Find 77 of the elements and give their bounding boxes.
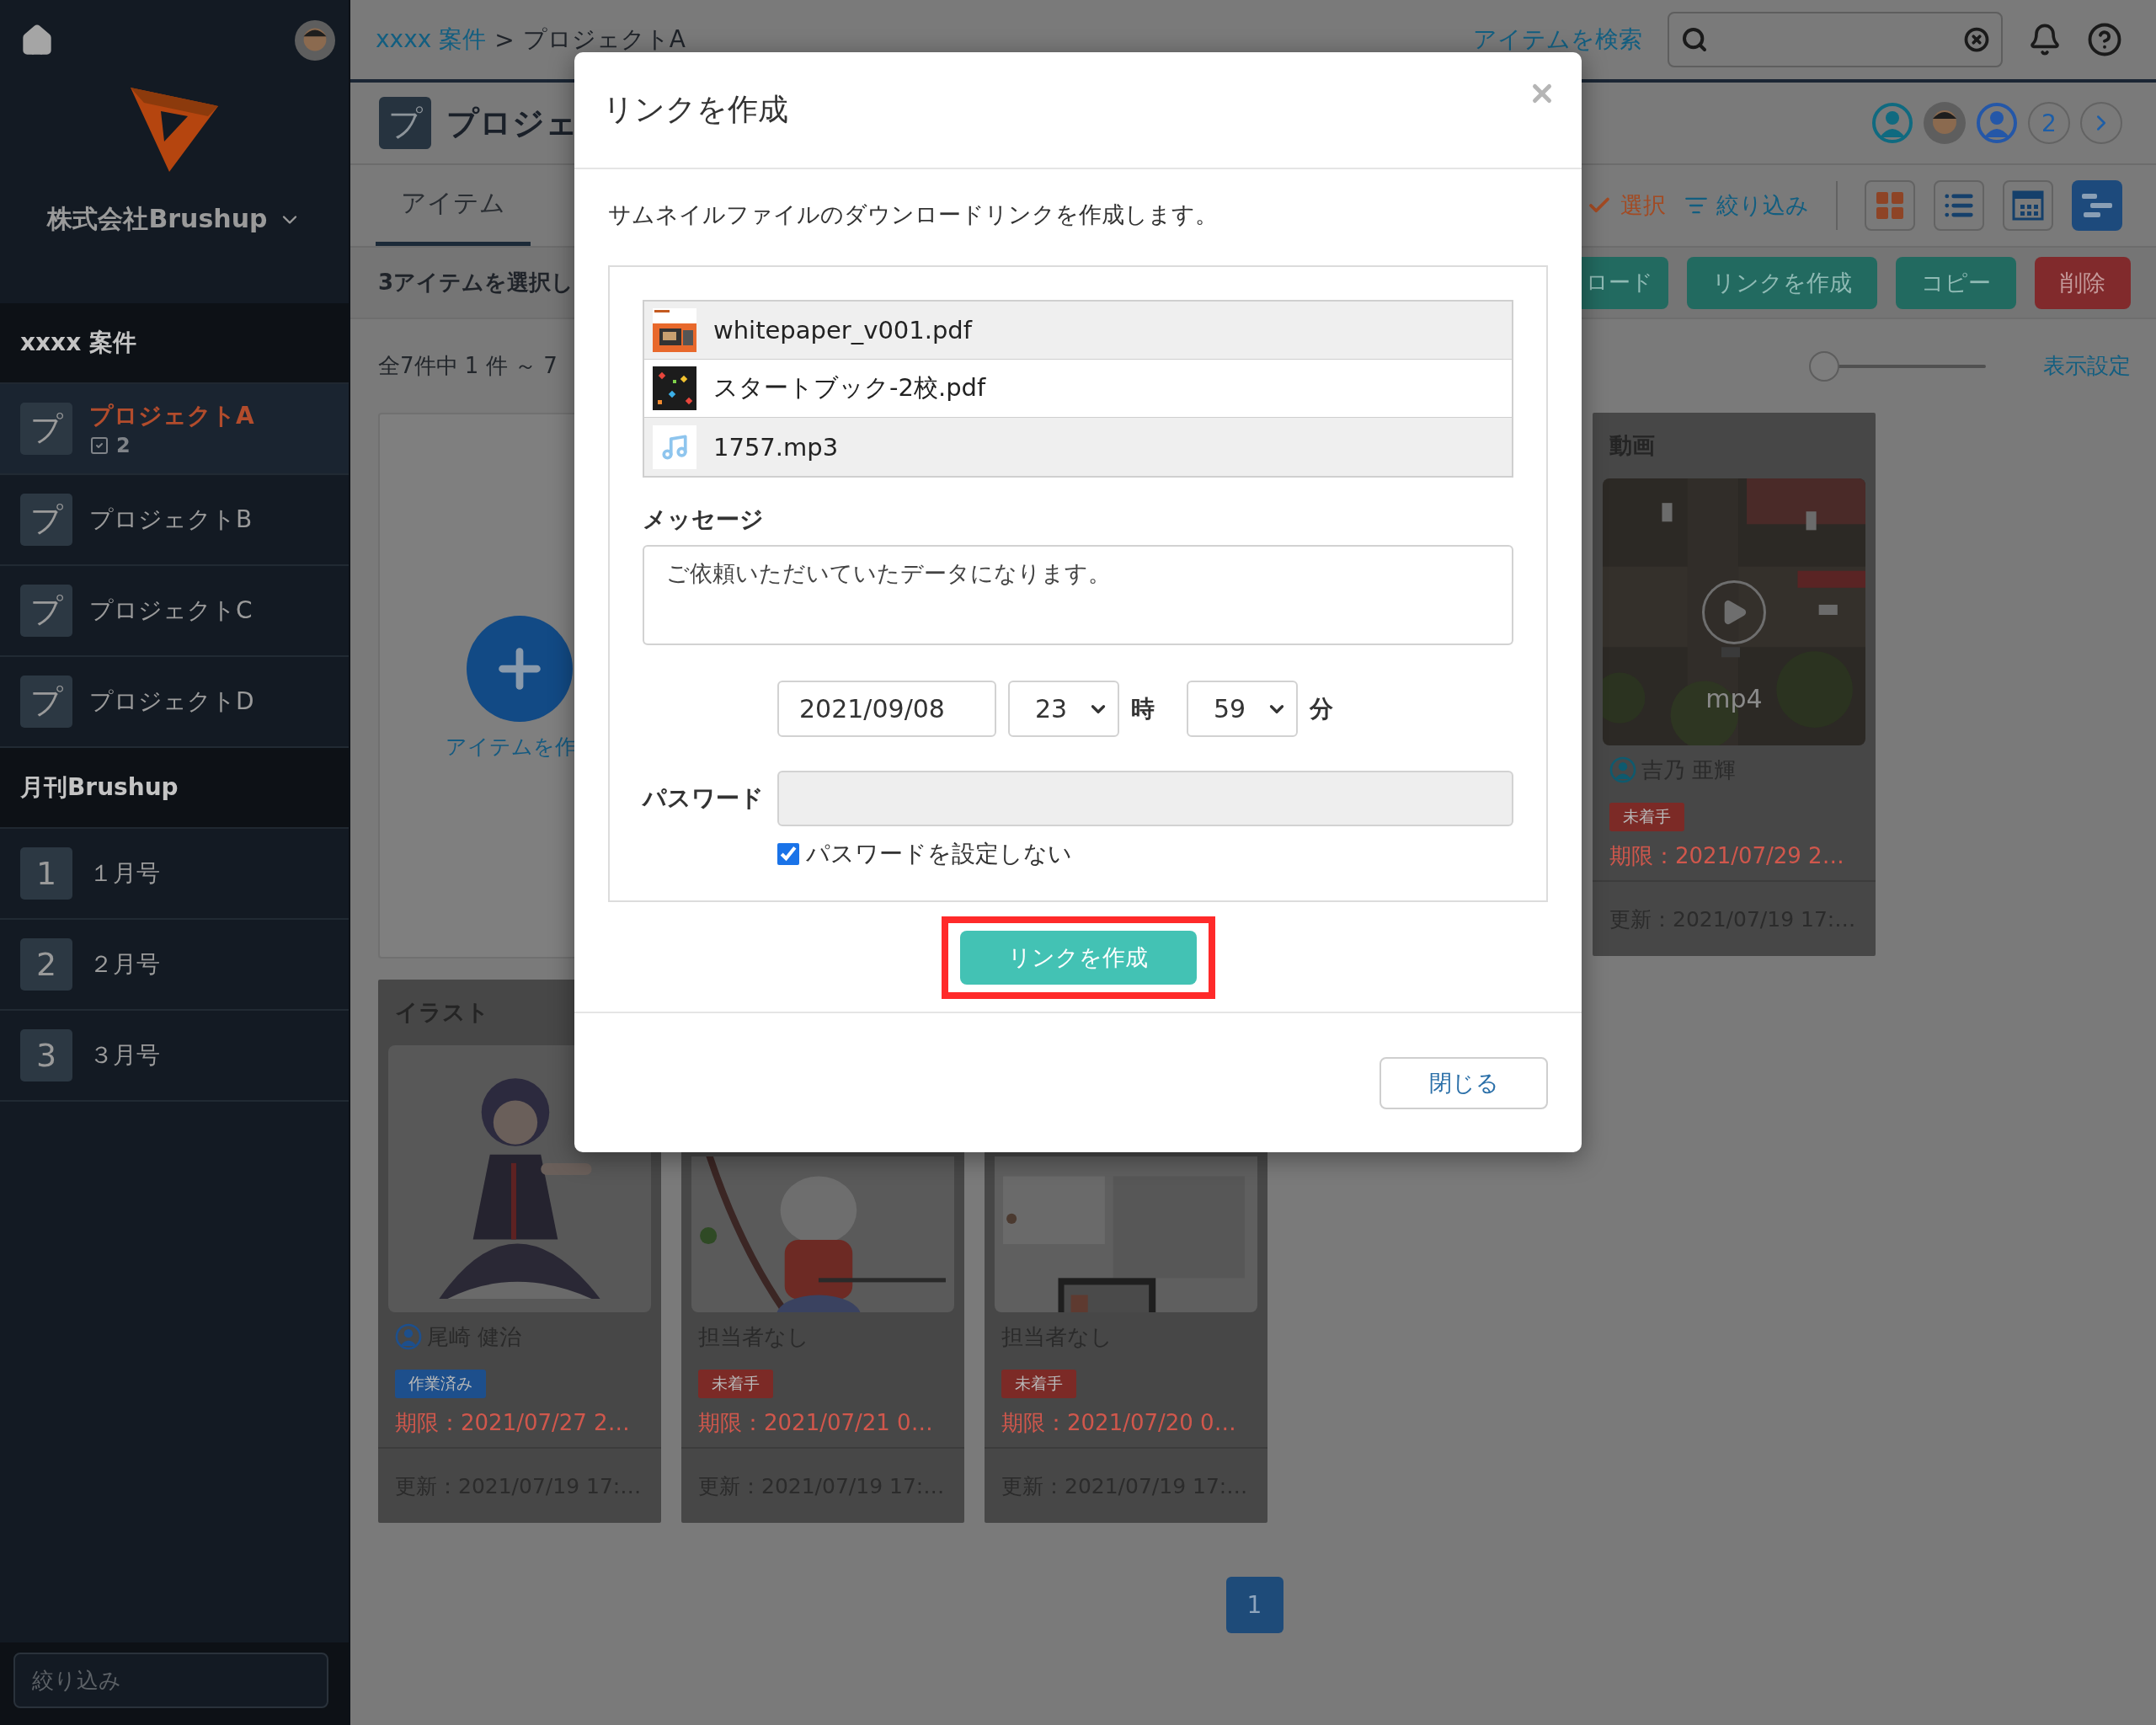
slider-thumb[interactable] [1808, 350, 1839, 382]
item-label: プロジェクトD [89, 686, 254, 717]
result-summary: 全7件中 1 件 ～ 7 [378, 352, 558, 380]
action-button[interactable]: コピー [1896, 256, 2016, 309]
task-count: 2 [116, 434, 131, 457]
project-icon: 1 [20, 847, 72, 900]
create-label: アイテムを作 [446, 734, 576, 761]
filter-field[interactable]: 絞り込み [13, 1653, 328, 1708]
checkbox-label: パスワードを設定しない [806, 839, 1072, 869]
due-date: 期限：2021/07/27 2… [378, 1398, 661, 1449]
checkbox[interactable] [777, 843, 799, 865]
dialog-description: サムネイルファイルのダウンロードリンクを作成します。 [608, 200, 1219, 229]
sidebar-item[interactable]: 1 １月号 [0, 829, 349, 920]
media-label: mp4 [1705, 684, 1764, 713]
close-dialog-button[interactable]: 閉じる [1380, 1056, 1548, 1109]
message-field[interactable]: ご依頼いただいていたデータになります。 [643, 545, 1513, 645]
section-header: xxxx 案件 [0, 303, 349, 384]
project-icon: プ [20, 403, 72, 455]
hour-select[interactable]: 23 [1008, 681, 1119, 737]
minute-unit: 分 [1310, 693, 1333, 724]
view-button[interactable] [2003, 180, 2053, 231]
sidebar-item[interactable]: プ プロジェクトA 2 [0, 384, 349, 475]
project-icon: プ [20, 585, 72, 637]
grid-view-icon [1875, 190, 1905, 221]
search-field[interactable] [1668, 12, 2003, 67]
due-date: 期限：2021/07/20 0… [985, 1398, 1267, 1449]
avatar-icon [295, 20, 335, 61]
view-button[interactable] [1934, 180, 1984, 231]
play-icon [1702, 579, 1766, 644]
help-icon[interactable] [2087, 22, 2122, 57]
status-badge: 作業済み [395, 1370, 486, 1398]
item-label: プロジェクトB [89, 505, 253, 535]
date-field[interactable]: 2021/09/08 [777, 681, 996, 737]
action-button[interactable]: リンクを作成 [1687, 256, 1877, 309]
page-button[interactable]: 1 [1225, 1577, 1283, 1633]
dialog-title: リンクを作成 [603, 91, 788, 128]
project-title: プロジェ [446, 103, 578, 143]
file-name: スタートブック-2校.pdf [713, 372, 986, 403]
view-button[interactable] [2072, 180, 2122, 231]
breadcrumb-current: プロジェクトA [522, 24, 686, 55]
sidebar-item[interactable]: 3 ３月号 [0, 1011, 349, 1102]
status-badge: 未着手 [1001, 1370, 1076, 1398]
home-icon[interactable] [20, 24, 54, 57]
sidebar-item[interactable]: 2 ２月号 [0, 920, 349, 1011]
project-icon: プ [20, 676, 72, 728]
selection-count: 3アイテムを選択し [378, 269, 575, 296]
gantt-view-icon [2080, 192, 2114, 219]
sidebar-item[interactable]: プ プロジェクトC [0, 566, 349, 657]
due-date: 期限：2021/07/21 0… [681, 1398, 964, 1449]
task-icon [89, 435, 109, 456]
status-badge: 未着手 [1609, 803, 1684, 831]
bell-icon[interactable] [2028, 23, 2062, 56]
sidebar-item[interactable]: プ プロジェクトB [0, 475, 349, 566]
file-name: 1757.mp3 [713, 432, 839, 462]
project-icon: 2 [20, 938, 72, 991]
file-name: whitepaper_v001.pdf [713, 316, 972, 344]
music-note-icon [660, 432, 689, 462]
project-icon: プ [20, 494, 72, 546]
clear-icon[interactable] [1964, 27, 1989, 52]
due-date: 期限：2021/07/29 2… [1593, 831, 1876, 882]
item-label: ２月号 [89, 949, 160, 980]
project-icon: プ [379, 97, 431, 149]
item-label: １月号 [89, 858, 160, 889]
status-badge: 未着手 [698, 1370, 773, 1398]
project-icon: 3 [20, 1029, 72, 1081]
calendar-view-icon [2012, 190, 2044, 221]
breadcrumb-separator: > [494, 25, 515, 54]
action-button[interactable]: 削除 [2035, 256, 2131, 309]
item-label: ３月号 [89, 1040, 160, 1071]
item-label: プロジェクトA [89, 401, 254, 431]
hour-unit: 時 [1131, 693, 1155, 724]
minute-select[interactable]: 59 [1187, 681, 1298, 737]
search-icon [1681, 26, 1708, 53]
item-label: プロジェクトC [89, 595, 253, 626]
company-name[interactable]: 株式会社Brushup [47, 202, 268, 237]
avatar-icon [1924, 102, 1966, 144]
section-header: 月刊Brushup [0, 748, 349, 829]
